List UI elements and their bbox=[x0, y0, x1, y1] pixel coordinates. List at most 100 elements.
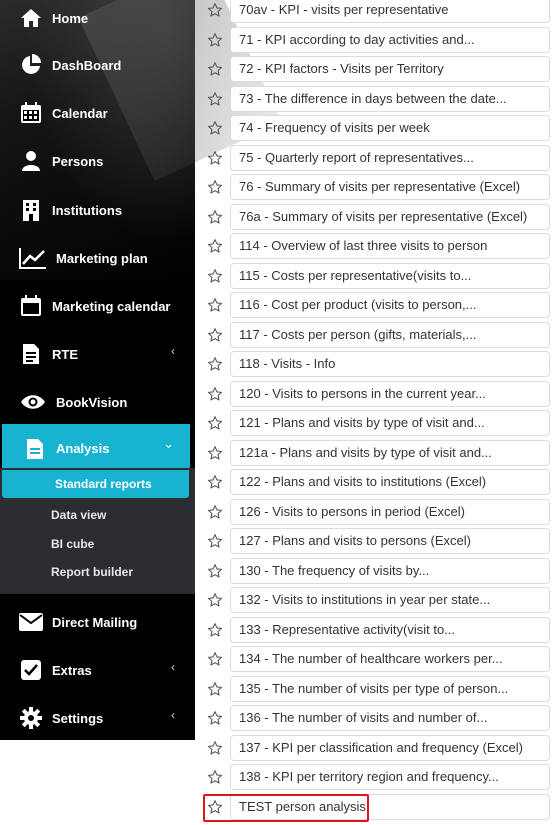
calendar-grid-icon bbox=[18, 100, 44, 126]
report-row: 71 - KPI according to day activities and… bbox=[200, 26, 551, 54]
star-icon[interactable] bbox=[200, 26, 230, 54]
star-icon[interactable] bbox=[200, 262, 230, 290]
report-link[interactable]: 121a - Plans and visits by type of visit… bbox=[230, 439, 550, 466]
submenu-bi-cube[interactable]: BI cube bbox=[51, 537, 94, 551]
nav-item-extras[interactable]: Extras ‹ bbox=[0, 646, 195, 694]
report-row: 134 - The number of healthcare workers p… bbox=[200, 645, 551, 673]
star-icon[interactable] bbox=[200, 0, 230, 24]
star-icon[interactable] bbox=[200, 291, 230, 319]
nav-item-institutions[interactable]: Institutions bbox=[0, 186, 195, 234]
report-row: 122 - Plans and visits to institutions (… bbox=[200, 468, 551, 496]
nav-item-home[interactable]: Home bbox=[0, 0, 195, 42]
report-row: 75 - Quarterly report of representatives… bbox=[200, 144, 551, 172]
report-row: 126 - Visits to persons in period (Excel… bbox=[200, 498, 551, 526]
report-link[interactable]: 73 - The difference in days between the … bbox=[230, 85, 550, 112]
nav-item-rte[interactable]: RTE ‹ bbox=[0, 330, 195, 378]
report-link[interactable]: 121 - Plans and visits by type of visit … bbox=[230, 410, 550, 436]
report-link[interactable]: 130 - The frequency of visits by... bbox=[230, 557, 550, 584]
report-link[interactable]: 115 - Costs per representative(visits to… bbox=[230, 262, 550, 289]
report-link[interactable]: 118 - Visits - Info bbox=[230, 351, 550, 377]
submenu-report-builder[interactable]: Report builder bbox=[51, 565, 133, 579]
nav-label-institutions: Institutions bbox=[52, 202, 123, 218]
report-row: 76a - Summary of visits per representati… bbox=[200, 203, 551, 231]
star-icon[interactable] bbox=[200, 321, 230, 349]
highlight-box bbox=[203, 794, 369, 822]
report-link[interactable]: 117 - Costs per person (gifts, materials… bbox=[230, 321, 550, 348]
chevron-down-icon: ⌄ bbox=[163, 436, 174, 451]
report-link[interactable]: 75 - Quarterly report of representatives… bbox=[230, 144, 550, 171]
report-row: 114 - Overview of last three visits to p… bbox=[200, 232, 551, 260]
star-icon[interactable] bbox=[200, 144, 230, 172]
nav-item-marketing-plan[interactable]: Marketing plan bbox=[0, 234, 195, 282]
nav-item-direct-mailing[interactable]: Direct Mailing bbox=[0, 598, 195, 646]
nav-label-bookvision: BookVision bbox=[56, 394, 128, 410]
star-icon[interactable] bbox=[200, 704, 230, 732]
chevron-left-icon: ‹ bbox=[171, 708, 175, 722]
nav-item-dashboard[interactable]: DashBoard bbox=[0, 41, 195, 89]
sidebar-bottom-area bbox=[0, 740, 195, 825]
nav-label-direct-mailing: Direct Mailing bbox=[52, 614, 138, 630]
star-icon[interactable] bbox=[200, 114, 230, 142]
report-link[interactable]: 127 - Plans and visits to persons (Excel… bbox=[230, 528, 550, 554]
report-link[interactable]: 135 - The number of visits per type of p… bbox=[230, 675, 550, 702]
persons-icon bbox=[18, 148, 44, 174]
gear-icon bbox=[18, 705, 44, 731]
report-link[interactable]: 137 - KPI per classification and frequen… bbox=[230, 734, 550, 761]
nav-item-persons[interactable]: Persons bbox=[0, 137, 195, 185]
star-icon[interactable] bbox=[200, 557, 230, 585]
star-icon[interactable] bbox=[200, 468, 230, 496]
building-icon bbox=[18, 197, 44, 223]
star-icon[interactable] bbox=[200, 173, 230, 201]
star-icon[interactable] bbox=[200, 675, 230, 703]
report-link[interactable]: 132 - Visits to institutions in year per… bbox=[230, 587, 550, 613]
report-link[interactable]: 122 - Plans and visits to institutions (… bbox=[230, 469, 550, 495]
star-icon[interactable] bbox=[200, 498, 230, 526]
star-icon[interactable] bbox=[200, 616, 230, 644]
report-link[interactable]: 126 - Visits to persons in period (Excel… bbox=[230, 498, 550, 525]
report-link[interactable]: 70av - KPI - visits per representative bbox=[230, 0, 550, 23]
nav-item-marketing-calendar[interactable]: Marketing calendar bbox=[0, 282, 195, 330]
star-icon[interactable] bbox=[200, 645, 230, 673]
line-chart-icon bbox=[18, 245, 48, 271]
report-link[interactable]: 114 - Overview of last three visits to p… bbox=[230, 233, 550, 259]
report-row: 70av - KPI - visits per representative bbox=[200, 0, 551, 24]
nav-item-analysis[interactable]: Analysis ⌄ bbox=[2, 424, 190, 473]
report-link[interactable]: 76 - Summary of visits per representativ… bbox=[230, 174, 550, 200]
report-link[interactable]: 138 - KPI per territory region and frequ… bbox=[230, 764, 550, 790]
star-icon[interactable] bbox=[200, 55, 230, 83]
report-row: 73 - The difference in days between the … bbox=[200, 85, 551, 113]
report-link[interactable]: 116 - Cost per product (visits to person… bbox=[230, 292, 550, 318]
report-link[interactable]: 136 - The number of visits and number of… bbox=[230, 705, 550, 731]
report-link[interactable]: 76a - Summary of visits per representati… bbox=[230, 203, 550, 230]
star-icon[interactable] bbox=[200, 586, 230, 614]
report-row: 127 - Plans and visits to persons (Excel… bbox=[200, 527, 551, 555]
report-link[interactable]: 120 - Visits to persons in the current y… bbox=[230, 380, 550, 407]
star-icon[interactable] bbox=[200, 439, 230, 467]
report-row: 116 - Cost per product (visits to person… bbox=[200, 291, 551, 319]
star-icon[interactable] bbox=[200, 380, 230, 408]
report-link[interactable]: 133 - Representative activity(visit to..… bbox=[230, 616, 550, 643]
star-icon[interactable] bbox=[200, 232, 230, 260]
submenu-data-view[interactable]: Data view bbox=[51, 508, 106, 522]
report-link[interactable]: 134 - The number of healthcare workers p… bbox=[230, 646, 550, 672]
nav-item-calendar[interactable]: Calendar bbox=[0, 89, 195, 137]
report-link[interactable]: 72 - KPI factors - Visits per Territory bbox=[230, 56, 550, 82]
star-icon[interactable] bbox=[200, 527, 230, 555]
nav-item-settings[interactable]: Settings ‹ bbox=[0, 694, 195, 742]
report-row: 76 - Summary of visits per representativ… bbox=[200, 173, 551, 201]
report-link[interactable]: 71 - KPI according to day activities and… bbox=[230, 26, 550, 53]
star-icon[interactable] bbox=[200, 203, 230, 231]
report-link[interactable]: 74 - Frequency of visits per week bbox=[230, 115, 550, 141]
nav-item-bookvision[interactable]: BookVision bbox=[0, 378, 195, 426]
submenu-standard-reports[interactable]: Standard reports bbox=[2, 470, 189, 498]
star-icon[interactable] bbox=[200, 85, 230, 113]
star-icon[interactable] bbox=[200, 350, 230, 378]
eye-icon bbox=[18, 389, 48, 415]
star-icon[interactable] bbox=[200, 734, 230, 762]
report-row: 130 - The frequency of visits by... bbox=[200, 557, 551, 585]
report-row: 74 - Frequency of visits per week bbox=[200, 114, 551, 142]
report-row: 115 - Costs per representative(visits to… bbox=[200, 262, 551, 290]
star-icon[interactable] bbox=[200, 763, 230, 791]
nav-label-rte: RTE bbox=[52, 346, 78, 362]
star-icon[interactable] bbox=[200, 409, 230, 437]
